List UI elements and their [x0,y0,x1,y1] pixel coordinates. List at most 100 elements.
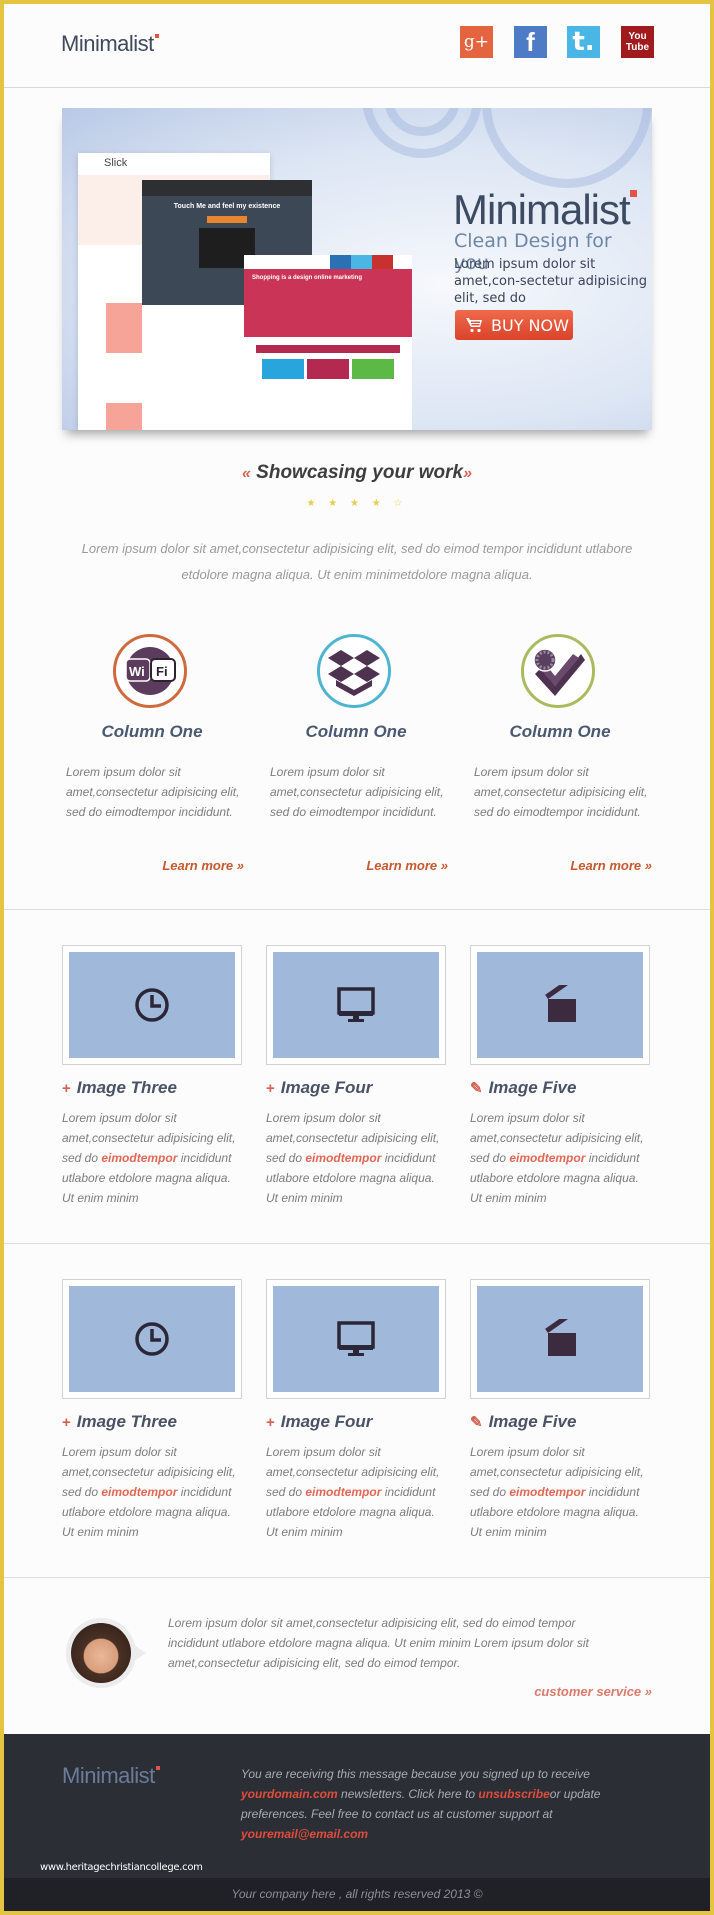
facebook-icon[interactable]: f [514,26,547,58]
domain-link[interactable]: yourdomain.com [241,1787,338,1801]
email-link[interactable]: youremail@email.com [241,1827,368,1841]
unsubscribe-link[interactable]: unsubscribe [478,1787,549,1801]
pencil-icon: ✎ [470,1414,483,1431]
card-highlight-link[interactable]: eimodtempor [305,1485,381,1499]
image-placeholder[interactable] [470,1279,650,1399]
hero-banner: Slick Touch Me and feel my existence Sho… [62,108,652,430]
pencil-icon: ✎ [470,1080,483,1097]
footer-logo-text: Minimalist [62,1763,155,1788]
mockup-touchme-body [142,305,242,430]
card-title: Image Four [280,1078,373,1097]
mockup-touchme-bar [142,180,312,196]
card-text: Lorem ipsum dolor sit amet,consectetur a… [470,1442,648,1542]
column-title: Column One [509,722,611,741]
support-agent-photo [71,1623,131,1683]
card-highlight-link[interactable]: eimodtempor [101,1151,177,1165]
watermark: www.heritagechristiancollege.com [40,1862,203,1873]
filled-stars-icon: ★ ★ ★ ★ [306,498,386,509]
image-card: + Image Four Lorem ipsum dolor sit amet,c… [266,945,446,1208]
card-text: Lorem ipsum dolor sit amet,consectetur a… [266,1442,444,1542]
mockup-tab [372,255,393,269]
mockup-shopping-banner: Shopping is a design online marketing [244,269,412,337]
plus-icon: + [62,1079,71,1097]
youtube-icon[interactable]: You Tube [621,26,654,58]
email-template: Minimalist g+ f t. You Tube Slick Touch M… [4,4,710,1911]
mockup-tiles [244,359,412,379]
youtube-label-bottom: Tube [625,42,650,53]
mockup-tile [262,359,304,379]
support-avatar [66,1618,146,1688]
mockup-tab [330,255,351,269]
card-text: Lorem ipsum dolor sit amet,consectetur a… [470,1108,648,1208]
decorative-ring [482,108,652,188]
buy-now-button[interactable]: BUY NOW [455,310,573,340]
image-placeholder[interactable] [62,945,242,1065]
mockup-touchme-title: Touch Me and feel my existence [173,203,281,210]
header: Minimalist g+ f t. You Tube [4,4,710,88]
clapperboard-icon [545,1319,576,1356]
monitor-icon [337,1321,375,1356]
card-title: Image Three [76,1078,177,1097]
card-highlight-link[interactable]: eimodtempor [305,1151,381,1165]
copyright: Your company here , all rights reserved … [4,1878,710,1911]
card-highlight-link[interactable]: eimodtempor [101,1485,177,1499]
column-text: Lorem ipsum dolor sit amet,consectetur a… [270,765,444,819]
card-highlight-link[interactable]: eimodtempor [509,1151,585,1165]
logo-text: Minimalist [61,31,154,56]
image-card: ✎ Image Five Lorem ipsum dolor sit amet,c… [470,1279,650,1542]
mockup-touchme-button [207,216,247,223]
image-placeholder[interactable] [266,1279,446,1399]
clock-icon [135,988,169,1022]
header-logo[interactable]: Minimalist [61,31,159,57]
clock-icon [135,1322,169,1356]
card-text: Lorem ipsum dolor sit amet,consectetur a… [62,1442,240,1542]
google-plus-icon[interactable]: g+ [460,26,493,58]
card-text: Lorem ipsum dolor sit amet,consectetur a… [266,1108,444,1208]
column-title: Column One [101,722,203,741]
column-text: Lorem ipsum dolor sit amet,consectetur a… [474,765,648,819]
plus-icon: + [266,1079,275,1097]
hero-title-text: Minimalist [453,186,631,233]
customer-service-text: Lorem ipsum dolor sit amet,consectetur a… [168,1616,589,1670]
plus-icon: + [266,1413,275,1431]
mockup-tile [307,359,349,379]
youtube-label-top: You [628,31,647,42]
forrst-icon [521,634,595,708]
customer-service-link[interactable]: customer service » [534,1684,652,1699]
image-card: ✎ Image Five Lorem ipsum dolor sit amet,c… [470,945,650,1208]
image-placeholder[interactable] [62,1279,242,1399]
mockup-slick-label: Slick [78,153,270,175]
footer-logo[interactable]: Minimalist [62,1763,160,1789]
mockup-shopping: Shopping is a design online marketing [244,255,412,430]
column-text: Lorem ipsum dolor sit amet,consectetur a… [66,765,240,819]
showcase-title-text: Showcasing your work [256,462,464,483]
footer: Minimalist You are receiving this messag… [4,1734,710,1878]
clapperboard-icon [545,985,576,1022]
learn-more-link[interactable]: Learn more » [570,858,652,873]
logo-accent-dot [155,1766,160,1770]
image-placeholder[interactable] [266,945,446,1065]
cart-icon [466,318,482,333]
learn-more-link[interactable]: Learn more » [366,858,448,873]
hero-text: Lorem ipsum dolor sit amet,con-sectetur … [454,257,648,306]
image-card: + Image Three Lorem ipsum dolor sit amet,… [62,945,242,1208]
buy-now-label: BUY NOW [491,315,569,335]
quote-right: » [463,465,473,482]
section-divider [4,1243,710,1244]
footer-notice: You are receiving this message because y… [241,1764,651,1844]
footer-text-part: newsletters. Click here to [337,1787,479,1801]
learn-more-link[interactable]: Learn more » [162,858,244,873]
card-highlight-link[interactable]: eimodtempor [509,1485,585,1499]
hero-title: Minimalist [453,186,637,234]
section-divider [4,909,710,910]
card-text: Lorem ipsum dolor sit amet,consectetur a… [62,1108,240,1208]
star-rating: ★ ★ ★ ★ ☆ [4,498,710,509]
svg-text:Wi: Wi [129,664,145,679]
image-placeholder[interactable] [470,945,650,1065]
hero-accent-dot [629,190,637,197]
card-title: Image Five [488,1078,577,1097]
card-title: Image Five [488,1412,577,1431]
tumblr-icon[interactable]: t. [567,26,600,58]
wifi-icon: Wi Fi [113,634,187,708]
card-title: Image Three [76,1412,177,1431]
